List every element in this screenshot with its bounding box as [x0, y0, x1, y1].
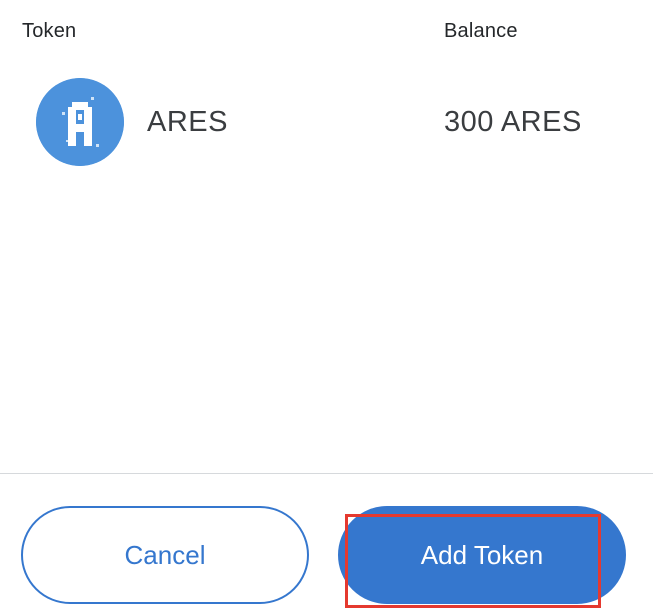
token-name: ARES — [147, 106, 228, 138]
balance-column-header: Balance — [444, 20, 518, 42]
token-row: ARES 300 ARES — [36, 78, 636, 168]
add-token-confirmation: Token Balance ARES 300 ARES Cancel Add T… — [0, 0, 653, 608]
cancel-button[interactable]: Cancel — [21, 506, 309, 604]
token-column-header: Token — [22, 20, 77, 42]
add-token-button[interactable]: Add Token — [338, 506, 626, 604]
token-balance: 300 ARES — [444, 106, 582, 138]
ares-token-icon — [36, 78, 124, 166]
footer-divider — [0, 473, 653, 474]
